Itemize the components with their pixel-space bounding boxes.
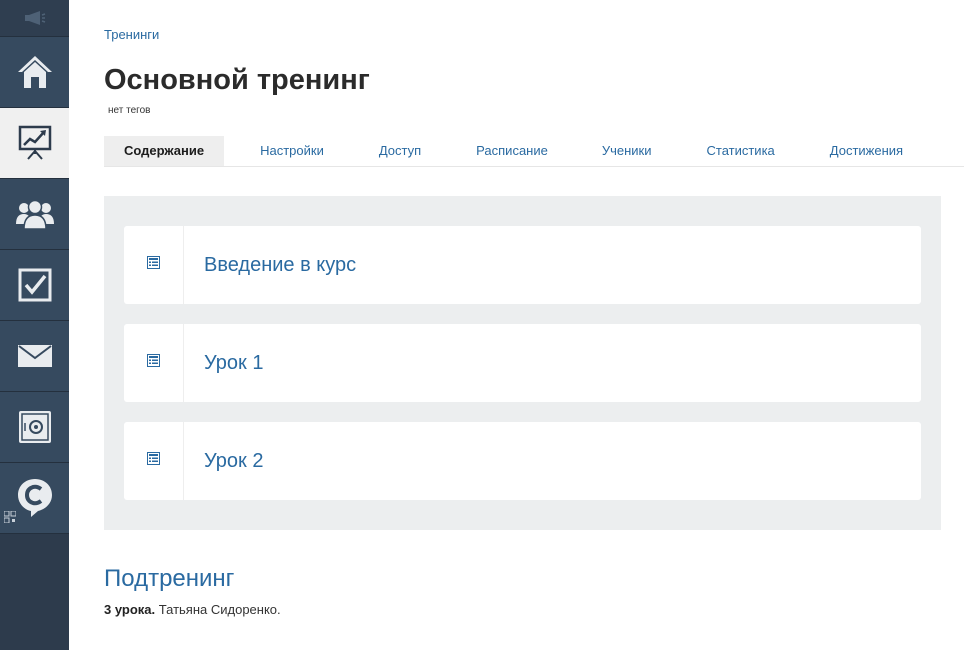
lessons-panel: Введение в курс Урок 1 Урок 2 — [104, 196, 941, 530]
list-icon — [124, 422, 184, 500]
lesson-item[interactable]: Урок 2 — [124, 422, 921, 500]
sidebar — [0, 0, 69, 650]
envelope-icon — [17, 345, 52, 367]
tab-content[interactable]: Содержание — [104, 136, 225, 166]
announcement-button[interactable] — [0, 0, 69, 37]
tab-statistics[interactable]: Статистика — [672, 136, 795, 166]
tab-students[interactable]: Ученики — [568, 136, 672, 166]
chart-board-icon — [18, 125, 51, 160]
home-icon — [17, 56, 52, 88]
tab-achievements[interactable]: Достижения — [795, 136, 923, 166]
sidebar-item-trainings[interactable] — [0, 108, 69, 179]
safe-icon — [18, 411, 51, 443]
tab-schedule[interactable]: Расписание — [441, 136, 568, 166]
lesson-title[interactable]: Урок 2 — [184, 450, 263, 473]
subtraining-title[interactable]: Подтренинг — [104, 565, 234, 593]
tab-access[interactable]: Доступ — [344, 136, 441, 166]
subtraining-meta: 3 урока. Татьяна Сидоренко. — [104, 602, 281, 617]
sidebar-item-home[interactable] — [0, 37, 69, 108]
list-icon — [124, 226, 184, 304]
tab-settings[interactable]: Настройки — [224, 136, 344, 166]
tags-label: нет тегов — [108, 105, 151, 116]
breadcrumb-link[interactable]: Тренинги — [104, 27, 159, 42]
checkbox-icon — [18, 268, 51, 302]
lesson-title[interactable]: Урок 1 — [184, 352, 263, 375]
sidebar-item-tasks[interactable] — [0, 250, 69, 321]
subtraining-author: Татьяна Сидоренко. — [158, 602, 281, 617]
sidebar-item-safe[interactable] — [0, 392, 69, 463]
sidebar-item-messages[interactable] — [0, 321, 69, 392]
page-title: Основной тренинг — [104, 64, 370, 96]
subtraining-lesson-count: 3 урока. — [104, 602, 156, 617]
list-icon — [124, 324, 184, 402]
users-group-icon — [15, 199, 54, 229]
chat-logo-icon — [17, 479, 52, 517]
qr-code-icon[interactable] — [3, 510, 17, 528]
lesson-item[interactable]: Введение в курс — [124, 226, 921, 304]
lesson-item[interactable]: Урок 1 — [124, 324, 921, 402]
tab-bar: Содержание Настройки Доступ Расписание У… — [104, 136, 964, 167]
megaphone-icon — [24, 11, 45, 25]
lesson-title[interactable]: Введение в курс — [184, 254, 356, 277]
sidebar-item-users[interactable] — [0, 179, 69, 250]
